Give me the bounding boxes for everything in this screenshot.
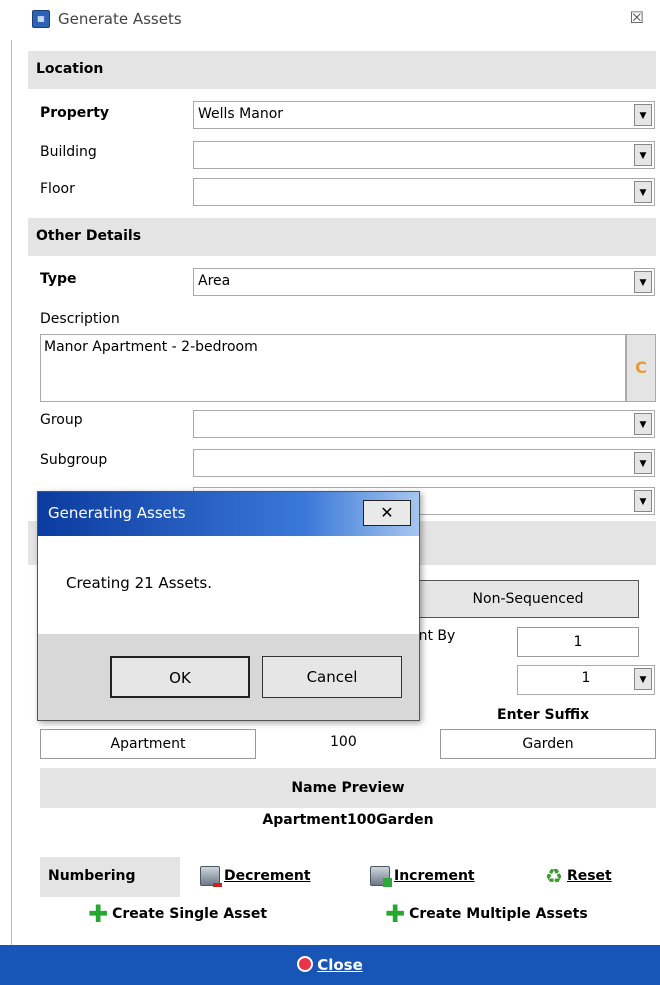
reset-label: Reset <box>566 868 612 884</box>
create-single-label: Create Single Asset <box>112 906 268 922</box>
start-number-select[interactable]: 1 ▼ <box>517 665 655 695</box>
group-select[interactable]: ▼ <box>193 410 655 438</box>
close-label: Close <box>317 956 363 974</box>
ok-button[interactable]: OK <box>110 656 250 698</box>
decrement-label: Decrement <box>224 868 311 884</box>
subgroup-select[interactable]: ▼ <box>193 449 655 477</box>
dialog-footer: OK Cancel <box>38 634 419 720</box>
create-multiple-label: Create Multiple Assets <box>409 906 588 922</box>
increment-icon <box>370 866 392 887</box>
close-button[interactable]: Close <box>0 945 660 985</box>
dropdown-arrow-icon[interactable]: ▼ <box>634 104 652 126</box>
reset-icon: ♻ <box>545 864 563 888</box>
number-value: 100 <box>330 734 357 750</box>
type-label: Type <box>40 271 77 287</box>
reset-button[interactable]: ♻ Reset <box>545 866 612 886</box>
dialog-body: Creating 21 Assets. <box>38 536 419 634</box>
name-preview-value: Apartment100Garden <box>262 812 434 828</box>
numbering-label: Numbering <box>40 857 180 897</box>
description-label: Description <box>40 311 120 327</box>
non-sequenced-button[interactable]: Non-Sequenced <box>417 580 639 618</box>
type-value: Area <box>198 273 231 289</box>
dropdown-arrow-icon[interactable]: ▼ <box>634 271 652 293</box>
dialog-title: Generating Assets <box>48 504 186 522</box>
increment-label: Increment <box>394 868 475 884</box>
dropdown-arrow-icon[interactable]: ▼ <box>634 181 652 203</box>
create-multiple-assets-button[interactable]: ✚ Create Multiple Assets <box>385 900 588 928</box>
increment-by-input[interactable]: 1 <box>517 627 639 657</box>
floor-label: Floor <box>40 181 75 197</box>
decrement-icon <box>200 866 222 887</box>
other-details-header: Other Details <box>28 218 656 256</box>
close-icon <box>297 955 314 972</box>
name-preview-header: Name Preview <box>40 768 656 808</box>
property-value: Wells Manor <box>198 106 284 122</box>
dialog-title-bar: Generating Assets ✕ <box>38 492 419 536</box>
create-single-asset-button[interactable]: ✚ Create Single Asset <box>88 900 268 928</box>
dialog-message: Creating 21 Assets. <box>66 574 213 592</box>
start-number-value: 1 <box>581 670 591 686</box>
dropdown-arrow-icon[interactable]: ▼ <box>634 144 652 166</box>
plus-icon: ✚ <box>88 900 109 928</box>
property-label: Property <box>40 105 110 121</box>
location-header: Location <box>28 51 656 89</box>
dropdown-arrow-icon[interactable]: ▼ <box>634 490 652 512</box>
window-title: Generate Assets <box>58 10 182 28</box>
building-select[interactable]: ▼ <box>193 141 655 169</box>
building-label: Building <box>40 144 97 160</box>
cancel-button[interactable]: Cancel <box>262 656 402 698</box>
enter-suffix-label: Enter Suffix <box>497 707 590 723</box>
decrement-button[interactable]: Decrement <box>200 866 311 887</box>
property-select[interactable]: Wells Manor ▼ <box>193 101 655 129</box>
prefix-input[interactable]: Apartment <box>40 729 256 759</box>
dropdown-arrow-icon[interactable]: ▼ <box>634 413 652 435</box>
type-select[interactable]: Area ▼ <box>193 268 655 296</box>
dialog-close-button[interactable]: ✕ <box>363 500 411 526</box>
dropdown-arrow-icon[interactable]: ▼ <box>634 668 652 690</box>
description-c-button[interactable]: C <box>626 334 656 402</box>
group-label: Group <box>40 412 83 428</box>
subgroup-label: Subgroup <box>40 452 108 468</box>
title-bar: ▦ Generate Assets ☒ <box>0 0 660 40</box>
dropdown-arrow-icon[interactable]: ▼ <box>634 452 652 474</box>
suffix-input[interactable]: Garden <box>440 729 656 759</box>
generating-assets-dialog: Generating Assets ✕ Creating 21 Assets. … <box>37 491 420 721</box>
plus-icon: ✚ <box>385 900 406 928</box>
app-icon: ▦ <box>32 10 50 28</box>
window-close-icon[interactable]: ☒ <box>630 8 644 27</box>
description-textarea[interactable]: Manor Apartment - 2-bedroom <box>40 334 626 402</box>
increment-button[interactable]: Increment <box>370 866 475 887</box>
floor-select[interactable]: ▼ <box>193 178 655 206</box>
